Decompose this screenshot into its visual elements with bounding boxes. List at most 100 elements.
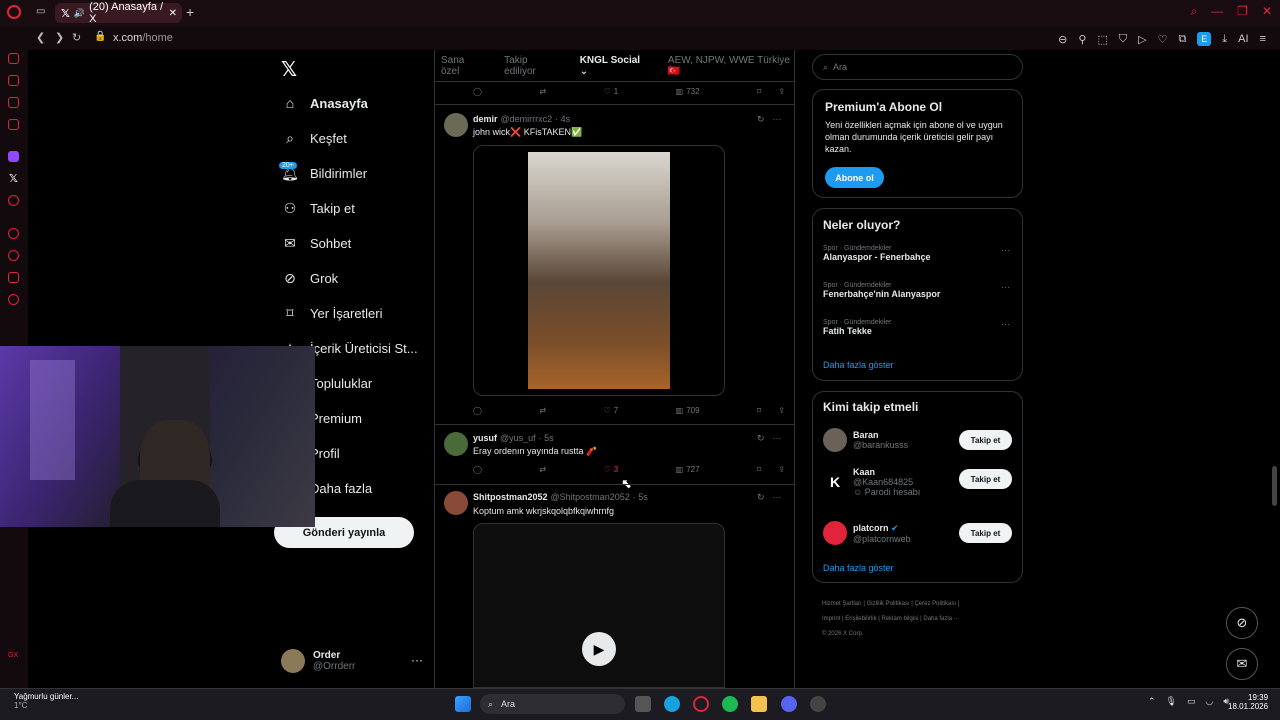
follow-suggestion[interactable]: platcorn ✔ @platcornweb	[823, 521, 911, 545]
reply-icon[interactable]: ◯	[473, 406, 482, 415]
footer-line[interactable]: Hizmet Şartları | Gizlilik Politikası | …	[822, 597, 1022, 612]
tab-kngl-social[interactable]: KNGL Social ⌄	[580, 55, 646, 77]
forward-button[interactable]: ❯	[55, 31, 64, 44]
download-icon[interactable]: ⤓	[1222, 33, 1227, 46]
search-icon[interactable]: ⌕	[1190, 4, 1197, 19]
trend-more-icon[interactable]: ···	[1001, 282, 1010, 292]
snapshot-icon[interactable]: ⬚	[1097, 33, 1107, 46]
sidebar-icon-6[interactable]	[8, 228, 19, 239]
retweet-icon[interactable]: ⇄	[539, 406, 546, 415]
trends-show-more[interactable]: Daha fazla göster	[823, 360, 894, 370]
close-icon[interactable]: ✕	[1262, 4, 1272, 19]
reload-button[interactable]: ↻	[72, 31, 81, 44]
account-switcher[interactable]: Order @Orrderr	[281, 649, 355, 673]
spotify-icon[interactable]	[722, 696, 738, 712]
share-icon[interactable]: ⇪	[778, 87, 785, 96]
sidebar-icon-2[interactable]	[8, 75, 19, 86]
menu-icon[interactable]: ≡	[1260, 33, 1266, 45]
tweet-author[interactable]: Shitpostman2052	[473, 492, 548, 502]
account-more-icon[interactable]: ···	[411, 653, 423, 667]
grok-icon[interactable]: ↻	[757, 433, 765, 444]
more-icon[interactable]: ···	[773, 492, 782, 503]
follow-suggestion[interactable]: Baran @barankusss	[823, 428, 908, 452]
tweet-author[interactable]: yusuf	[473, 433, 497, 443]
avatar[interactable]	[444, 432, 468, 456]
wifi-icon[interactable]: ◡	[1206, 696, 1214, 707]
bookmark-icon[interactable]: ⌑	[757, 87, 761, 96]
trend-more-icon[interactable]: ···	[1001, 245, 1010, 255]
heart-icon[interactable]: ♡	[1158, 33, 1168, 46]
gx-icon[interactable]: GX	[8, 652, 18, 659]
tweet-author[interactable]: demir	[473, 114, 498, 124]
avatar[interactable]	[444, 113, 468, 137]
more-icon[interactable]: ···	[773, 433, 782, 444]
follow-button[interactable]: Takip et	[959, 469, 1012, 489]
url-field[interactable]: x.com/home	[113, 32, 173, 44]
browser-tab[interactable]: 𝕏 🔊 (20) Anasayfa / X ✕	[55, 1, 182, 25]
sidebar-icon-7[interactable]	[8, 272, 19, 283]
play-icon[interactable]: ▷	[1138, 33, 1146, 46]
extension-e-icon[interactable]: E	[1197, 32, 1212, 46]
x-sidebar-icon[interactable]: 𝕏	[9, 172, 18, 185]
retweet-icon[interactable]: ⇄	[539, 87, 546, 96]
clock[interactable]: 19:39 18.01.2026	[1228, 693, 1268, 711]
like-button[interactable]: ♡ 7	[604, 406, 619, 415]
extensions-icon[interactable]: ⧉	[1178, 33, 1186, 46]
grok-icon[interactable]: ↻	[757, 114, 765, 125]
sidebar-icon-1[interactable]	[8, 53, 19, 64]
nav-bookmarks[interactable]: ⌑ Yer İşaretleri	[282, 305, 382, 321]
footer-line[interactable]: Imprint | Erişilebilirlik | Reklam bilgi…	[822, 612, 1022, 627]
sidebar-icon-5[interactable]	[8, 195, 19, 206]
weather-widget[interactable]: Yağmurlu günler... 1°C	[14, 692, 78, 710]
x-logo-icon[interactable]: 𝕏	[281, 57, 297, 82]
opera-gx-icon[interactable]	[693, 696, 709, 712]
follow-show-more[interactable]: Daha fazla göster	[823, 563, 894, 573]
sidebar-icon-4[interactable]	[8, 119, 19, 130]
settings-icon[interactable]	[8, 294, 19, 305]
maximize-icon[interactable]: ❐	[1237, 4, 1248, 19]
tweet-photo[interactable]	[528, 152, 670, 389]
twitch-icon[interactable]	[8, 151, 19, 162]
taskbar-search[interactable]: ⌕ Ara	[480, 694, 625, 714]
chevron-up-icon[interactable]: ⌃	[1148, 696, 1156, 707]
tab-aew[interactable]: AEW, NJPW, WWE Türkiye 🇹🇷	[668, 55, 795, 77]
new-tab-button[interactable]: +	[186, 4, 194, 20]
sidebar-icon-3[interactable]	[8, 97, 19, 108]
task-view-icon[interactable]	[635, 696, 651, 712]
avatar[interactable]	[444, 491, 468, 515]
file-explorer-icon[interactable]	[751, 696, 767, 712]
mic-icon[interactable]: 🎙︎	[1166, 696, 1177, 707]
tweet-handle[interactable]: @demirrrxc2	[501, 114, 553, 124]
play-button[interactable]: ▶	[582, 632, 616, 666]
edge-icon[interactable]	[664, 696, 680, 712]
trend-item[interactable]: Spor · Gündemdekiler Alanyaspor - Fenerba…	[823, 245, 931, 262]
trend-item[interactable]: Spor · Gündemdekiler Fenerbahçe'nin Alany…	[823, 282, 940, 299]
grok-icon[interactable]: ↻	[757, 492, 765, 503]
monitor-icon[interactable]: ▭	[1187, 696, 1196, 707]
nav-grok[interactable]: ⊘ Grok	[282, 270, 338, 286]
discord-icon[interactable]	[781, 696, 797, 712]
minimize-icon[interactable]: —	[1211, 4, 1223, 19]
views-button[interactable]: ▥ 732	[676, 87, 700, 96]
tweet-handle[interactable]: @yus_uf	[500, 433, 536, 443]
messages-fab-icon[interactable]: ✉	[1226, 648, 1258, 680]
workspace-icon[interactable]: ▭	[36, 6, 45, 17]
share-icon[interactable]: ⇪	[778, 406, 785, 415]
bookmark-icon[interactable]: ⌑	[757, 465, 761, 474]
tab-for-you[interactable]: Sana özel	[441, 55, 482, 77]
nav-home[interactable]: ⌂ Anasayfa	[282, 95, 368, 111]
retweet-icon[interactable]: ⇄	[539, 465, 546, 474]
reply-icon[interactable]: ◯	[473, 465, 482, 474]
trend-more-icon[interactable]: ···	[1001, 319, 1010, 329]
history-icon[interactable]	[8, 250, 19, 261]
scrollbar[interactable]	[1272, 466, 1277, 506]
opera-logo-icon[interactable]	[7, 5, 21, 19]
tweet-handle[interactable]: @Shitpostman2052	[551, 492, 630, 502]
views-button[interactable]: ▥ 727	[676, 465, 700, 474]
pin-icon[interactable]: ⚲	[1078, 33, 1086, 46]
follow-suggestion[interactable]: K Kaan @Kaan684825 ☺ Parodi hesabı	[823, 467, 920, 497]
trend-item[interactable]: Spor · Gündemdekiler Fatih Tekke	[823, 319, 891, 336]
nav-follow[interactable]: ⚇ Takip et	[282, 200, 355, 216]
search-input[interactable]: ⌕ Ara	[812, 54, 1023, 80]
follow-button[interactable]: Takip et	[959, 523, 1012, 543]
